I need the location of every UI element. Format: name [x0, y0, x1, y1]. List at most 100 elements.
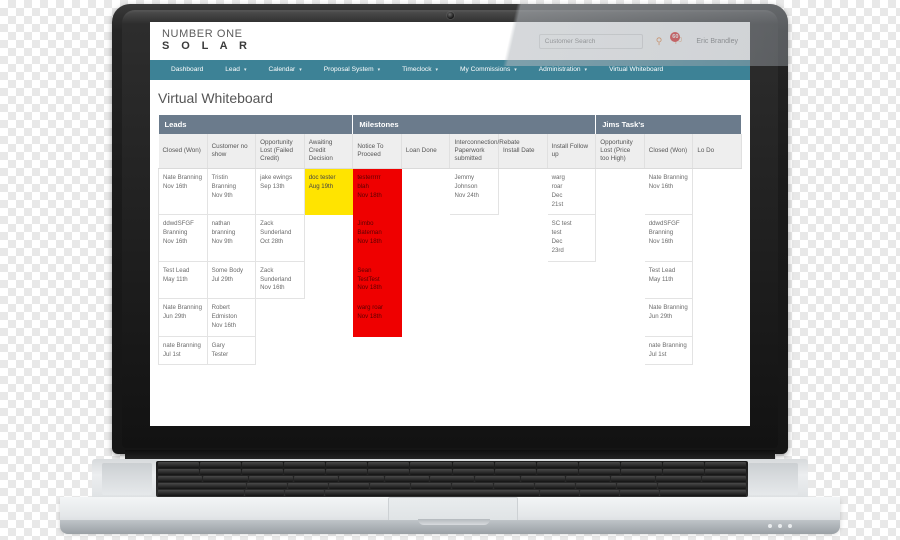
whiteboard-card[interactable]: Zack Sunderland Nov 16th [255, 260, 305, 300]
nav-item-proposal-system[interactable]: Proposal System ▾ [313, 60, 391, 80]
whiteboard-card[interactable]: nate Branning Jul 1st [643, 335, 694, 366]
whiteboard-card[interactable]: warg roar Nov 18th [352, 298, 402, 337]
card-line: Zack [260, 266, 274, 274]
card-line: Jul 1st [648, 350, 667, 358]
user-name-label[interactable]: Eric Brandley [696, 38, 738, 45]
whiteboard-card[interactable]: Nate Branning Nov 16th [643, 168, 694, 216]
keyboard-key [329, 483, 370, 489]
whiteboard-card[interactable]: Robert Edmiston Nov 16th [206, 298, 257, 337]
whiteboard-card[interactable]: Nate Branning Jun 29th [643, 298, 694, 337]
notifications-button[interactable]: ⚐ 60 [670, 32, 687, 49]
whiteboard-empty-cell [401, 299, 450, 336]
keyboard-key [158, 462, 200, 468]
group-header-leads: Leads [158, 115, 354, 134]
whiteboard-empty-cell [547, 336, 596, 365]
keyboard-key [326, 462, 368, 468]
whiteboard-empty-cell [256, 299, 305, 336]
whiteboard-card[interactable]: Zack Sunderland Oct 28th [255, 214, 305, 262]
search-input[interactable] [544, 37, 637, 45]
keyboard-key [200, 462, 242, 468]
table-row: ddwdSFGF Branning Nov 16th nathan branning No… [158, 214, 742, 262]
keyboard-key [657, 483, 746, 489]
whiteboard-card[interactable]: Nate Branning Nov 16th [158, 168, 208, 216]
card-line: Jul 29th [211, 275, 233, 283]
keyboard-key [158, 483, 247, 489]
chevron-down-icon: ▾ [584, 67, 588, 73]
whiteboard-card[interactable]: nate Branning Jul 1st [158, 335, 208, 366]
keyboard-key [656, 476, 701, 482]
whiteboard-card[interactable]: Sean TestTest Nov 18th [352, 260, 402, 300]
card-line: Sep 13th [260, 182, 285, 190]
whiteboard-card[interactable]: Test Lead May 11th [643, 260, 694, 300]
whiteboard-card[interactable]: Test Lead May 11th [158, 260, 208, 300]
whiteboard-card[interactable]: ddwdSFGF Branning Nov 16th [158, 214, 208, 262]
keyboard-key [429, 476, 475, 482]
whiteboard-card[interactable]: Jemmy Johnson Nov 24th [449, 168, 500, 216]
nav-item-administration[interactable]: Administration ▾ [528, 60, 598, 80]
whiteboard-empty-cell [353, 336, 402, 365]
nav-item-dashboard[interactable]: Dashboard [160, 60, 214, 80]
keyboard-key [368, 469, 410, 475]
keyboard-key [494, 462, 536, 468]
keyboard-key [244, 490, 284, 496]
nav-item-label: Administration [538, 66, 581, 73]
card-line: doc tester [308, 174, 336, 182]
search-icon[interactable]: ⚲ [656, 36, 663, 46]
whiteboard-card[interactable]: testerrrrr blah Nov 18th [352, 168, 402, 216]
keyboard-key [662, 469, 705, 475]
keyboard-key [293, 476, 339, 482]
column-header: Awaiting Credit Decision [304, 134, 354, 170]
keyboard-key [284, 469, 326, 475]
whiteboard-card[interactable]: jake ewings Sep 13th [255, 168, 305, 216]
card-line: Zack [260, 220, 274, 228]
nav-item-label: Dashboard [171, 66, 204, 73]
whiteboard-card[interactable]: warg roar Dec 21st [546, 168, 597, 216]
base-indicator-dots [768, 524, 792, 528]
whiteboard-card[interactable]: Gary Tester [206, 335, 257, 366]
nav-item-lead[interactable]: Lead ▾ [214, 60, 257, 80]
nav-item-my-commissions[interactable]: My Commissions ▾ [449, 60, 528, 80]
keyboard-key [575, 483, 616, 489]
card-line: test [551, 229, 562, 237]
customer-search-box[interactable] [538, 33, 643, 49]
keyboard-key [410, 469, 452, 475]
nav-item-virtual-whiteboard[interactable]: Virtual Whiteboard [598, 60, 674, 80]
keyboard-key [284, 462, 326, 468]
card-line: Gary [211, 341, 225, 349]
group-header-row: Leads Milestones Jims Task's [158, 115, 742, 134]
card-line: Tester [211, 350, 229, 358]
card-line: Sunderland [260, 275, 292, 283]
nav-item-label: Proposal System [323, 66, 374, 73]
whiteboard-table: Leads Milestones Jims Task's Closed (Won) C… [158, 115, 742, 366]
card-line: roar [551, 182, 563, 190]
card-line: Dec [551, 238, 563, 246]
whiteboard-card[interactable]: doc tester Aug 19th [303, 168, 354, 216]
whiteboard-empty-cell [693, 299, 742, 336]
laptop-keyboard[interactable] [156, 461, 748, 497]
whiteboard-card[interactable]: Nate Branning Jun 29th [158, 298, 208, 337]
whiteboard-card[interactable]: nathan branning Nov 9th [206, 214, 257, 262]
keyboard-key [580, 490, 620, 496]
nav-item-timeclock[interactable]: Timeclock ▾ [391, 60, 449, 80]
column-header: Customer no show [207, 134, 257, 170]
keyboard-key [578, 462, 620, 468]
app-logo[interactable]: NUMBER ONE S O L A R [162, 29, 251, 52]
whiteboard-empty-cell [693, 261, 742, 298]
whiteboard-card[interactable]: Tristin Branning Nov 9th [206, 168, 257, 216]
keyboard-key [662, 462, 705, 468]
whiteboard-card[interactable]: Some Body Jul 29th [206, 260, 257, 300]
keyboard-key [248, 476, 293, 482]
whiteboard-empty-cell [401, 215, 450, 261]
card-line: Nov 18th [357, 284, 382, 292]
keyboard-key [660, 490, 747, 496]
card-line: Nate Branning [648, 174, 688, 182]
whiteboard-card[interactable]: Jimbo Bateman Nov 18th [352, 214, 402, 262]
card-line: jake ewings [260, 174, 292, 182]
column-header-row: Closed (Won) Customer no show Opportunity … [158, 134, 742, 170]
keyboard-key [410, 462, 452, 468]
app-header: NUMBER ONE S O L A R ⚲ ⚐ 60 Eric Brandle… [150, 22, 750, 60]
whiteboard-card[interactable]: SC test test Dec 23rd [546, 214, 597, 262]
whiteboard-card[interactable]: ddwdSFGF Branning Nov 16th [643, 214, 694, 262]
card-line: Nov 18th [357, 191, 382, 199]
nav-item-calendar[interactable]: Calendar ▾ [257, 60, 312, 80]
